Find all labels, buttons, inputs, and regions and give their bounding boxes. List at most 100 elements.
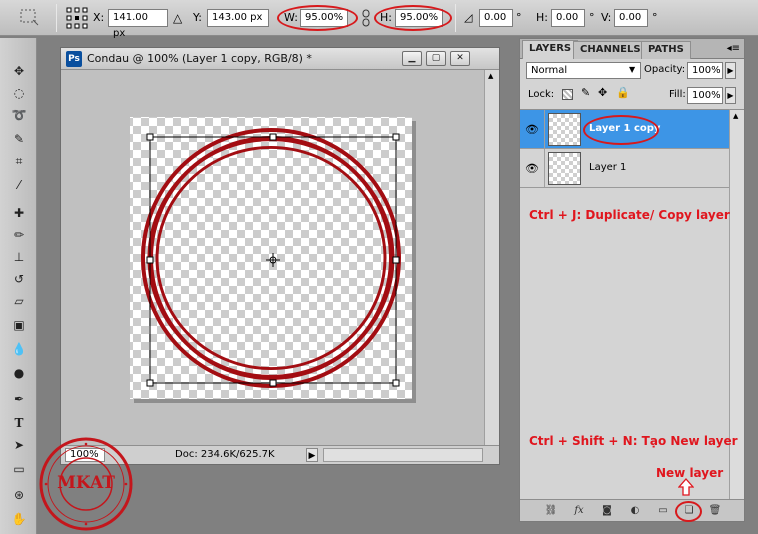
handle-bottom <box>269 379 277 387</box>
vertical-skew-input[interactable]: 0.00 <box>614 9 648 27</box>
stamp-text: MKAT <box>57 473 115 493</box>
hand-tool-icon[interactable]: ✋ <box>9 510 29 528</box>
layer-style-fx-icon[interactable]: fx <box>570 503 588 518</box>
layer-row-layer-1[interactable]: 👁 Layer 1 <box>520 149 730 188</box>
adjustment-layer-icon[interactable]: ◐ <box>626 503 644 518</box>
type-tool-icon[interactable]: T <box>9 414 29 432</box>
horizontal-skew-label: H: <box>536 11 548 24</box>
maximize-button[interactable]: ▢ <box>426 51 446 66</box>
document-horizontal-scrollbar[interactable] <box>323 448 483 462</box>
close-button[interactable]: ✕ <box>450 51 470 66</box>
fill-arrow-icon[interactable]: ▶ <box>725 87 736 104</box>
status-menu-arrow-icon[interactable]: ▶ <box>306 448 318 462</box>
clone-stamp-tool-icon[interactable]: ⊥ <box>9 248 29 266</box>
lock-image-icon[interactable]: ✎ <box>581 86 590 99</box>
horizontal-skew-unit: ° <box>589 11 595 24</box>
layers-panel-footer: ⛓ fx ◙ ◐ ▭ ❏ 🗑 <box>520 499 744 522</box>
horizontal-skew-input[interactable]: 0.00 <box>551 9 585 27</box>
link-layers-icon[interactable]: ⛓ <box>542 503 560 518</box>
minimize-button[interactable]: ▁ <box>402 51 422 66</box>
rotation-unit: ° <box>516 11 522 24</box>
layer-name: Layer 1 <box>589 162 627 173</box>
fill-input[interactable]: 100% <box>687 87 723 104</box>
lasso-tool-icon[interactable]: ➰ <box>9 106 29 124</box>
quick-selection-tool-icon[interactable]: ✎ <box>9 130 29 148</box>
new-layer-shortcut-hint: Ctrl + Shift + N: Tạo New layer <box>529 434 738 448</box>
layer-row-layer-1-copy[interactable]: 👁 Layer 1 copy <box>520 110 730 149</box>
rotate-icon: ◿ <box>464 11 473 24</box>
handle-top-right <box>392 133 400 141</box>
path-selection-tool-icon[interactable]: ➤ <box>9 436 29 454</box>
rotation-input[interactable]: 0.00 <box>479 9 513 27</box>
document-info: Doc: 234.6K/625.7K <box>175 449 275 460</box>
lock-transparent-icon[interactable] <box>562 89 573 100</box>
handle-right <box>392 256 400 264</box>
handle-top-left <box>146 133 154 141</box>
eraser-tool-icon[interactable]: ▱ <box>9 292 29 310</box>
height-input[interactable]: 95.00% <box>395 9 443 27</box>
dodge-tool-icon[interactable]: ● <box>9 364 29 382</box>
opacity-arrow-icon[interactable]: ▶ <box>725 62 736 79</box>
reference-point-icon[interactable] <box>66 7 88 29</box>
width-input[interactable]: 95.00% <box>300 9 348 27</box>
canvas-svg[interactable] <box>61 70 485 446</box>
vertical-skew-label: V: <box>601 11 612 24</box>
tab-channels[interactable]: CHANNELS <box>573 41 648 59</box>
lock-label: Lock: <box>528 89 555 100</box>
handle-top <box>269 133 277 141</box>
tools-panel: ✥ ◌ ➰ ✎ ⌗ ⁄ ✚ ✏ ⊥ ↺ ▱ ▣ 💧 ● ✒ T ➤ ▭ ⊛ ✋ <box>0 38 37 534</box>
history-brush-tool-icon[interactable]: ↺ <box>9 270 29 288</box>
crop-tool-icon[interactable]: ⌗ <box>9 152 29 170</box>
x-label: X: <box>93 11 105 24</box>
handle-bottom-right <box>392 379 400 387</box>
move-tool-icon[interactable]: ✥ <box>9 62 29 80</box>
gradient-tool-icon[interactable]: ▣ <box>9 316 29 334</box>
brush-tool-icon[interactable]: ✏ <box>9 226 29 244</box>
new-group-folder-icon[interactable]: ▭ <box>654 503 672 518</box>
w-label: W: <box>284 11 298 24</box>
opacity-input[interactable]: 100% <box>687 62 723 79</box>
relative-positioning-icon[interactable]: △ <box>173 9 182 27</box>
blend-mode-select[interactable]: Normal <box>526 62 641 79</box>
delete-layer-trash-icon[interactable]: 🗑 <box>706 503 724 518</box>
document-vertical-scrollbar[interactable]: ▲ <box>484 70 499 446</box>
3d-rotate-tool-icon[interactable]: ⊛ <box>9 486 29 504</box>
y-label: Y: <box>193 11 202 24</box>
eyedropper-tool-icon[interactable]: ⁄ <box>9 176 29 194</box>
handle-left <box>146 256 154 264</box>
options-bar: X: 141.00 px △ Y: 143.00 px W: 95.00% H:… <box>0 0 758 39</box>
marquee-tool-icon[interactable]: ◌ <box>9 84 29 102</box>
up-arrow-icon <box>677 478 695 496</box>
y-input[interactable]: 143.00 px <box>207 9 269 27</box>
blend-mode-chevron-down-icon[interactable]: ▼ <box>629 65 635 74</box>
tab-layers[interactable]: LAYERS <box>522 40 579 59</box>
blur-tool-icon[interactable]: 💧 <box>9 340 29 358</box>
opacity-label: Opacity: <box>644 64 686 75</box>
layer-thumbnail <box>548 152 581 185</box>
new-layer-icon[interactable]: ❏ <box>680 503 698 518</box>
maintain-aspect-ratio-icon[interactable] <box>361 8 371 28</box>
healing-brush-tool-icon[interactable]: ✚ <box>9 204 29 222</box>
h-label: H: <box>380 11 392 24</box>
document-title: Condau @ 100% (Layer 1 copy, RGB/8) * <box>87 52 312 65</box>
mkat-watermark-stamp: MKAT <box>38 436 134 532</box>
canvas-area[interactable] <box>61 70 485 446</box>
panel-menu-icon[interactable]: ◂≡ <box>727 43 740 54</box>
lock-position-icon[interactable]: ✥ <box>598 86 607 99</box>
handle-bottom-left <box>146 379 154 387</box>
pen-tool-icon[interactable]: ✒ <box>9 390 29 408</box>
lock-all-icon[interactable]: 🔒 <box>616 86 630 99</box>
layer-name: Layer 1 copy <box>589 123 661 134</box>
vertical-skew-unit: ° <box>652 11 658 24</box>
visibility-eye-icon[interactable]: 👁 <box>520 149 545 187</box>
x-input[interactable]: 141.00 px <box>108 9 168 39</box>
shape-tool-icon[interactable]: ▭ <box>9 460 29 478</box>
move-tool-preset-icon[interactable] <box>18 7 42 29</box>
fill-label: Fill: <box>669 89 686 100</box>
tab-paths[interactable]: PATHS <box>641 41 691 59</box>
document-titlebar[interactable]: Ps Condau @ 100% (Layer 1 copy, RGB/8) *… <box>61 48 499 70</box>
layer-mask-icon[interactable]: ◙ <box>598 503 616 518</box>
visibility-eye-icon[interactable]: 👁 <box>520 110 545 148</box>
layer-thumbnail <box>548 113 581 146</box>
duplicate-shortcut-hint: Ctrl + J: Duplicate/ Copy layer <box>529 208 730 222</box>
